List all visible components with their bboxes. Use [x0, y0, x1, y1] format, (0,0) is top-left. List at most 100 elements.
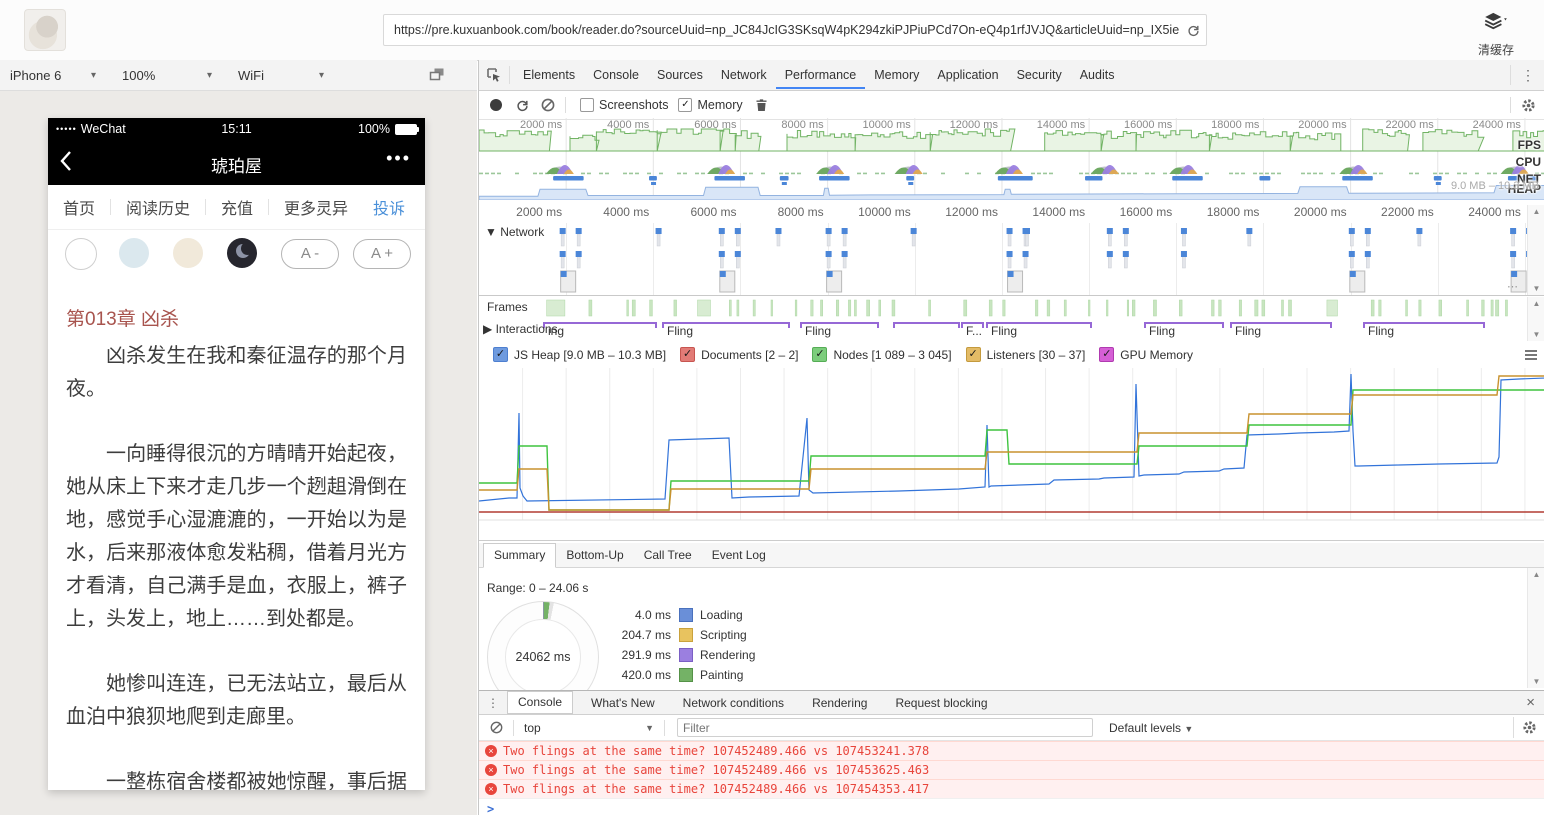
frame-bar[interactable] — [631, 299, 636, 317]
console-prompt[interactable]: > — [479, 798, 1544, 815]
theme-swatch-night[interactable] — [227, 238, 257, 268]
frame-bar[interactable] — [878, 299, 881, 317]
close-drawer-button[interactable]: × — [1516, 694, 1544, 711]
frame-bar[interactable] — [1211, 299, 1215, 317]
frame-bar[interactable] — [1490, 299, 1494, 317]
drawer-tab-rendering[interactable]: Rendering — [802, 692, 877, 714]
frame-bar[interactable] — [820, 299, 823, 317]
frame-bar[interactable] — [673, 299, 677, 317]
detail-scrollbar[interactable]: ▲ ▼ — [1527, 568, 1544, 688]
frame-bar[interactable] — [1481, 299, 1485, 317]
nav-item-more[interactable]: 更多灵异 — [269, 195, 363, 219]
frame-bar[interactable] — [1288, 299, 1292, 317]
url-text[interactable]: https://pre.kuxuanbook.com/book/reader.d… — [384, 23, 1180, 37]
drawer-tab-whats-new[interactable]: What's New — [581, 692, 665, 714]
network-request[interactable] — [1247, 233, 1252, 247]
drawer-menu-button[interactable]: ⋮ — [479, 696, 507, 710]
tab-console[interactable]: Console — [584, 61, 648, 89]
frame-bar[interactable] — [1179, 299, 1183, 317]
console-error-row[interactable]: × Two flings at the same time? 107452489.… — [479, 760, 1544, 779]
nav-item-recharge[interactable]: 充值 — [206, 195, 268, 219]
frame-bar[interactable] — [1254, 299, 1259, 317]
scroll-up-icon[interactable]: ▲ — [1528, 207, 1544, 216]
console-settings-button[interactable] — [1513, 717, 1544, 738]
frame-bar[interactable] — [546, 299, 566, 317]
tab-bottom-up[interactable]: Bottom-Up — [556, 544, 633, 567]
frame-bar[interactable] — [1281, 299, 1284, 317]
frame-bar[interactable] — [1132, 299, 1136, 317]
execution-context-select[interactable]: top ▼ — [518, 721, 660, 735]
frame-bar[interactable] — [1326, 299, 1338, 317]
timeline-overview[interactable]: 2000 ms 4000 ms 6000 ms 8000 ms 10000 ms 1200… — [479, 118, 1544, 201]
frame-bar[interactable] — [836, 299, 840, 317]
frame-bar[interactable] — [1088, 299, 1091, 317]
network-request[interactable] — [576, 233, 581, 247]
clear-cache-label[interactable]: 清缓存 — [1466, 41, 1526, 58]
frame-bar[interactable] — [1495, 299, 1500, 317]
network-request[interactable] — [826, 233, 831, 247]
tab-event-log[interactable]: Event Log — [702, 544, 776, 567]
frame-bar[interactable] — [794, 299, 798, 317]
network-request[interactable] — [776, 233, 781, 247]
frame-bar[interactable] — [1035, 299, 1039, 317]
theme-swatch-blue[interactable] — [119, 238, 149, 268]
counter-toggle[interactable]: ✓ Documents [2 – 2] — [680, 347, 798, 362]
network-request[interactable] — [1511, 233, 1515, 247]
frame-bar[interactable] — [1378, 299, 1382, 317]
screenshots-toggle[interactable]: Screenshots — [580, 98, 668, 112]
frame-bar[interactable] — [1238, 299, 1242, 317]
tab-application[interactable]: Application — [928, 61, 1007, 89]
frame-bar[interactable] — [1046, 299, 1051, 317]
frame-bar[interactable] — [1418, 299, 1422, 317]
frame-bar[interactable] — [1405, 299, 1408, 317]
network-request[interactable] — [1007, 233, 1012, 247]
font-decrease-button[interactable]: A - — [281, 239, 339, 269]
clear-cache-control[interactable]: 清缓存 — [1466, 8, 1526, 58]
drawer-tab-network-conditions[interactable]: Network conditions — [673, 692, 794, 714]
network-request[interactable] — [1025, 233, 1029, 247]
clear-recording-button[interactable] — [535, 93, 561, 117]
fling-span[interactable] — [893, 322, 960, 328]
memory-counters-chart[interactable] — [479, 368, 1544, 528]
counter-toggle[interactable]: ✓ GPU Memory — [1099, 347, 1193, 362]
frame-bar[interactable] — [928, 299, 931, 317]
scroll-down-icon[interactable]: ▼ — [1528, 677, 1544, 686]
scroll-down-icon[interactable]: ▼ — [1528, 330, 1544, 339]
frame-bar[interactable] — [1261, 299, 1266, 317]
font-increase-button[interactable]: A + — [353, 239, 411, 269]
frame-bar[interactable] — [626, 299, 629, 317]
network-throttle-select[interactable]: WiFi ▾ — [228, 60, 334, 90]
frame-bar[interactable] — [752, 299, 756, 317]
frame-bar[interactable] — [1438, 299, 1442, 317]
frame-bar[interactable] — [736, 299, 740, 317]
frame-bar[interactable] — [1505, 299, 1508, 317]
device-select[interactable]: iPhone 6 ▾ — [0, 60, 106, 90]
frame-bar[interactable] — [649, 299, 653, 317]
theme-swatch-white[interactable] — [65, 238, 97, 270]
theme-swatch-beige[interactable] — [173, 238, 203, 268]
frame-bar[interactable] — [770, 299, 773, 317]
tab-security[interactable]: Security — [1008, 61, 1071, 89]
reload-page-button[interactable] — [1180, 17, 1206, 43]
tab-audits[interactable]: Audits — [1071, 61, 1124, 89]
frame-bar[interactable] — [1218, 299, 1222, 317]
network-request[interactable] — [1350, 233, 1354, 247]
network-request[interactable] — [842, 233, 847, 247]
frame-bar[interactable] — [697, 299, 711, 317]
counter-toggle[interactable]: ✓ JS Heap [9.0 MB – 10.3 MB] — [493, 347, 666, 362]
tab-network[interactable]: Network — [712, 61, 776, 89]
network-request[interactable] — [560, 233, 565, 247]
zoom-select[interactable]: 100% ▾ — [112, 60, 222, 90]
network-request[interactable] — [911, 233, 916, 247]
frames-track[interactable]: Frames — [479, 297, 1544, 320]
network-request[interactable] — [656, 233, 661, 247]
network-track[interactable]: ▼ Network ⋯ — [479, 223, 1544, 296]
clear-console-button[interactable] — [483, 716, 509, 740]
log-levels-select[interactable]: Default levels ▼ — [1109, 721, 1193, 735]
tab-memory[interactable]: Memory — [865, 61, 928, 89]
network-request[interactable] — [736, 233, 740, 247]
frame-bar[interactable] — [729, 299, 732, 317]
frames-scrollbar[interactable]: ▲ ▼ — [1527, 297, 1544, 341]
frame-bar[interactable] — [988, 299, 993, 317]
tab-call-tree[interactable]: Call Tree — [634, 544, 702, 567]
